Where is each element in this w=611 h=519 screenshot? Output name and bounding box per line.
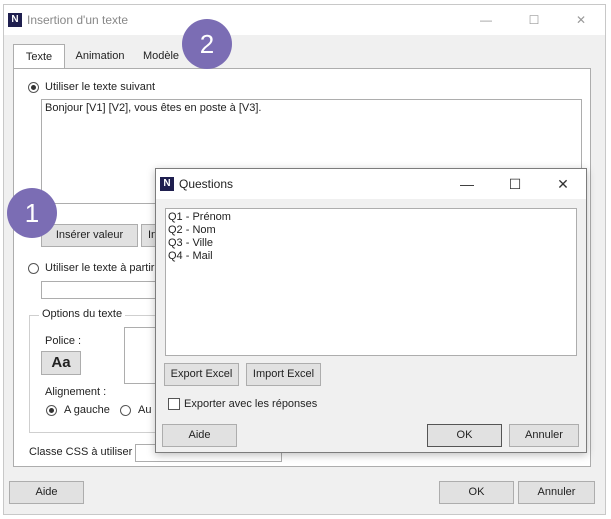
use-text-from-radio[interactable] bbox=[28, 263, 39, 274]
font-button[interactable]: Aa bbox=[41, 351, 81, 375]
minimize-icon[interactable]: — bbox=[478, 12, 494, 28]
align-left-label: A gauche bbox=[64, 404, 110, 416]
align-left-radio[interactable] bbox=[46, 405, 57, 416]
align-other-label: Au bbox=[138, 404, 152, 416]
list-item[interactable]: Q3 - Ville bbox=[168, 237, 574, 250]
export-excel-button[interactable]: Export Excel bbox=[164, 363, 239, 386]
maximize-icon[interactable]: ☐ bbox=[526, 12, 542, 28]
dialog-ok-button[interactable]: OK bbox=[427, 424, 502, 447]
step-badge-2: 2 bbox=[182, 19, 232, 69]
window-title: Insertion d'un texte bbox=[27, 13, 129, 27]
title-bar: N Insertion d'un texte — ☐ ✕ bbox=[4, 5, 605, 35]
list-item[interactable]: Q2 - Nom bbox=[168, 224, 574, 237]
questions-list[interactable]: Q1 - Prénom Q2 - Nom Q3 - Ville Q4 - Mai… bbox=[165, 208, 577, 356]
close-icon[interactable]: ✕ bbox=[573, 12, 589, 28]
alignment-label: Alignement : bbox=[45, 386, 107, 398]
dialog-minimize-icon[interactable]: — bbox=[459, 176, 475, 192]
app-icon: N bbox=[8, 13, 22, 27]
css-class-label: Classe CSS à utiliser bbox=[29, 446, 133, 458]
use-text-label: Utiliser le texte suivant bbox=[45, 81, 156, 93]
import-excel-button[interactable]: Import Excel bbox=[246, 363, 321, 386]
dialog-title-bar: N Questions — ☐ ✕ bbox=[156, 169, 586, 199]
dialog-help-button[interactable]: Aide bbox=[162, 424, 237, 447]
ok-button[interactable]: OK bbox=[439, 481, 514, 504]
use-text-from-label: Utiliser le texte à partir bbox=[45, 262, 155, 274]
tab-animation[interactable]: Animation bbox=[69, 44, 131, 68]
list-item[interactable]: Q1 - Prénom bbox=[168, 211, 574, 224]
font-label: Police : bbox=[45, 335, 82, 347]
align-other-radio[interactable] bbox=[120, 405, 131, 416]
export-with-answers-checkbox[interactable] bbox=[168, 398, 180, 410]
help-button[interactable]: Aide bbox=[9, 481, 84, 504]
export-with-answers-label: Exporter avec les réponses bbox=[184, 398, 318, 410]
insert-value-button[interactable]: Insérer valeur bbox=[41, 224, 138, 247]
dialog-close-icon[interactable]: ✕ bbox=[555, 176, 571, 192]
questions-dialog: N Questions — ☐ ✕ Q1 - Prénom Q2 - Nom Q… bbox=[155, 168, 587, 453]
dialog-cancel-button[interactable]: Annuler bbox=[509, 424, 579, 447]
font-preview-box bbox=[124, 327, 159, 384]
cancel-button[interactable]: Annuler bbox=[518, 481, 595, 504]
dialog-title: Questions bbox=[179, 177, 234, 191]
step-badge-1: 1 bbox=[7, 188, 57, 238]
use-text-radio[interactable] bbox=[28, 82, 39, 93]
text-options-legend: Options du texte bbox=[39, 308, 126, 320]
dialog-app-icon: N bbox=[160, 177, 174, 191]
tab-texte[interactable]: Texte bbox=[13, 44, 65, 69]
dialog-maximize-icon[interactable]: ☐ bbox=[507, 176, 523, 192]
tab-modele[interactable]: Modèle bbox=[135, 44, 187, 68]
list-item[interactable]: Q4 - Mail bbox=[168, 250, 574, 263]
text-from-field[interactable] bbox=[41, 281, 159, 299]
